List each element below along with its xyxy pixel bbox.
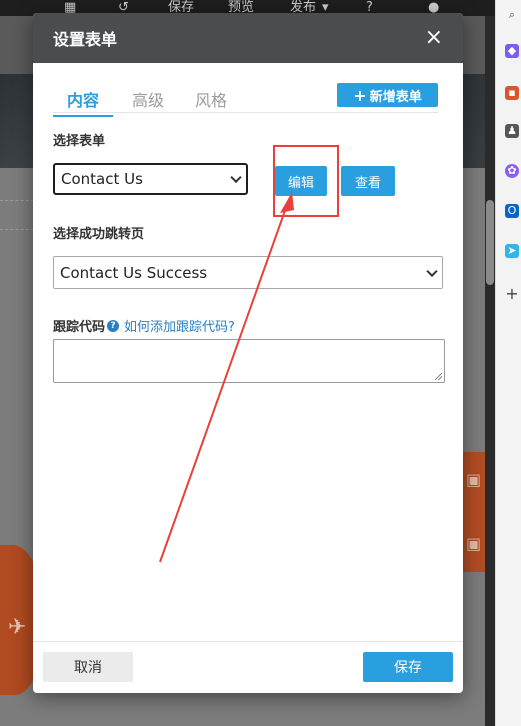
- tracking-code-textarea[interactable]: [53, 339, 445, 383]
- send-icon[interactable]: ➤: [505, 244, 519, 258]
- resize-grip-icon[interactable]: [435, 373, 442, 380]
- close-icon[interactable]: ×: [425, 27, 443, 49]
- tracking-code-header: 跟踪代码 ? 如何添加跟踪代码?: [53, 316, 235, 335]
- tracking-code-label: 跟踪代码: [53, 320, 106, 335]
- search-icon[interactable]: ⌕: [505, 8, 519, 22]
- help-icon[interactable]: ?: [107, 319, 120, 332]
- success-page-select[interactable]: Contact Us Success: [53, 256, 443, 289]
- chevron-down-icon: [426, 265, 438, 277]
- cancel-button[interactable]: 取消: [43, 652, 133, 682]
- annotation-highlight-box: [273, 145, 339, 217]
- orange-block: ▣ ▣: [462, 452, 485, 572]
- tag-icon[interactable]: ◆: [505, 44, 519, 58]
- add-form-label: 新增表单: [369, 89, 422, 105]
- tab-content[interactable]: 内容: [53, 85, 114, 117]
- form-select-value: Contact Us: [61, 170, 143, 188]
- people-icon[interactable]: ♟: [505, 124, 519, 138]
- form-settings-dialog: 设置表单 × 内容 高级 风格 + 新增表单 选择表单 Contact Us 编…: [33, 13, 463, 693]
- outlook-icon[interactable]: O: [505, 204, 519, 218]
- add-form-button[interactable]: + 新增表单: [337, 83, 438, 107]
- view-button[interactable]: 查看: [341, 166, 395, 196]
- form-select[interactable]: Contact Us: [53, 163, 248, 195]
- select-form-label: 选择表单: [53, 134, 106, 149]
- success-page-label: 选择成功跳转页: [53, 227, 145, 242]
- plus-icon[interactable]: +: [505, 286, 519, 302]
- block-icon: ▣: [466, 534, 482, 553]
- tab-advanced[interactable]: 高级: [132, 85, 164, 115]
- browser-side-panel: [495, 0, 521, 726]
- dashed-selection: [0, 200, 34, 230]
- save-button[interactable]: 保存: [363, 652, 453, 682]
- scrollbar-track[interactable]: [485, 16, 495, 726]
- airplane-icon: ✈: [8, 615, 27, 640]
- success-page-value: Contact Us Success: [60, 263, 208, 282]
- scrollbar-thumb[interactable]: [486, 200, 494, 285]
- tab-style[interactable]: 风格: [195, 85, 227, 115]
- dialog-header: 设置表单 ×: [33, 13, 463, 63]
- dialog-title: 设置表单: [53, 30, 118, 49]
- copilot-icon[interactable]: ✿: [505, 164, 519, 178]
- chevron-down-icon: [230, 171, 242, 184]
- dialog-footer: 取消 保存: [33, 641, 463, 693]
- tracking-help-link[interactable]: 如何添加跟踪代码?: [124, 316, 235, 335]
- block-icon: ▣: [466, 470, 482, 489]
- plus-icon: +: [353, 85, 367, 105]
- briefcase-icon[interactable]: ▪: [505, 86, 519, 100]
